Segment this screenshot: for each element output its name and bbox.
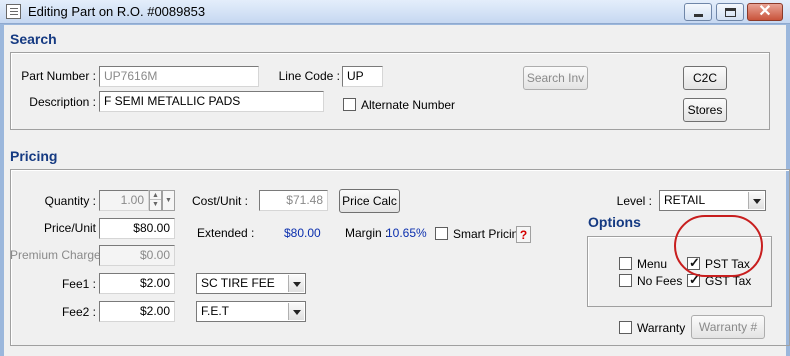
price-unit-input[interactable]: $80.00: [99, 218, 175, 239]
fee1-input[interactable]: $2.00: [99, 273, 175, 294]
premium-charge-input[interactable]: $0.00: [99, 245, 175, 266]
fee2-input[interactable]: $2.00: [99, 301, 175, 322]
search-section-title: Search: [10, 31, 57, 47]
quantity-input[interactable]: 1.00: [99, 190, 149, 211]
margin-value: 10.65%: [386, 226, 427, 240]
part-number-input[interactable]: UP7616M: [99, 66, 259, 87]
level-label: Level :: [616, 194, 652, 208]
highlight-oval: [674, 215, 763, 277]
window-title: Editing Part on R.O. #0089853: [28, 4, 206, 19]
description-label: Description :: [29, 95, 96, 109]
fee2-select-value: F.E.T: [201, 304, 230, 318]
part-number-label: Part Number :: [21, 69, 96, 83]
price-calc-button[interactable]: Price Calc: [339, 189, 400, 213]
cost-unit-label: Cost/Unit :: [191, 194, 248, 208]
maximize-button[interactable]: [716, 3, 744, 21]
spin-up-icon[interactable]: ▲: [150, 191, 161, 200]
chevron-down-icon: [288, 303, 304, 320]
menu-checkbox[interactable]: [619, 257, 632, 270]
fee1-select-value: SC TIRE FEE: [201, 276, 275, 290]
close-icon: ✕: [758, 3, 772, 20]
quantity-spinner[interactable]: ▲ ▼: [149, 190, 162, 211]
close-button[interactable]: ✕: [747, 3, 783, 21]
fee2-label: Fee2 :: [61, 305, 96, 319]
cost-unit-input[interactable]: $71.48: [259, 190, 328, 211]
menu-label: Menu: [637, 257, 668, 271]
c2c-button[interactable]: C2C: [683, 66, 727, 90]
warranty-checkbox[interactable]: [619, 321, 632, 334]
search-inv-button[interactable]: Search Inv: [523, 66, 588, 90]
alternate-number-label: Alternate Number: [361, 98, 456, 112]
title-bar: Editing Part on R.O. #0089853 ✕: [0, 0, 790, 24]
quantity-label: Quantity :: [44, 194, 96, 208]
price-unit-label: Price/Unit: [43, 221, 96, 235]
warranty-number-button[interactable]: Warranty #: [691, 315, 765, 339]
warranty-label: Warranty: [637, 321, 686, 335]
fee1-label: Fee1 :: [61, 277, 96, 291]
alternate-number-checkbox[interactable]: [343, 98, 356, 111]
stores-button[interactable]: Stores: [683, 98, 727, 122]
no-fees-checkbox[interactable]: [619, 274, 632, 287]
minimize-button[interactable]: [684, 3, 712, 21]
description-input[interactable]: F SEMI METALLIC PADS: [99, 91, 324, 112]
smart-pricing-checkbox[interactable]: [435, 227, 448, 240]
level-select-value: RETAIL: [664, 193, 706, 207]
chevron-down-icon: [748, 192, 764, 209]
no-fees-label: No Fees: [637, 274, 683, 288]
chevron-down-icon: [288, 275, 304, 292]
line-code-label: Line Code :: [278, 69, 340, 83]
margin-label: Margin :: [345, 226, 389, 240]
line-code-input[interactable]: UP: [342, 66, 383, 87]
extended-value: $80.00: [284, 226, 321, 240]
level-select[interactable]: RETAIL: [659, 190, 766, 211]
help-icon[interactable]: ?: [516, 226, 531, 243]
window-icon: [6, 4, 21, 19]
spin-down-icon[interactable]: ▼: [150, 200, 161, 209]
minimize-icon: [694, 14, 703, 17]
extended-label: Extended :: [197, 226, 255, 240]
options-section-title: Options: [588, 214, 641, 230]
premium-charge-label: Premium Charge: [10, 248, 101, 262]
fee1-select[interactable]: SC TIRE FEE: [196, 273, 306, 294]
quantity-dropdown[interactable]: ▼: [162, 190, 175, 211]
maximize-icon: [725, 8, 736, 17]
smart-pricing-label: Smart Pricing: [453, 227, 526, 241]
editing-part-window: Editing Part on R.O. #0089853 ✕ Search P…: [0, 0, 790, 356]
fee2-select[interactable]: F.E.T: [196, 301, 306, 322]
chevron-down-icon: ▼: [165, 197, 172, 204]
pricing-section-title: Pricing: [10, 148, 58, 164]
